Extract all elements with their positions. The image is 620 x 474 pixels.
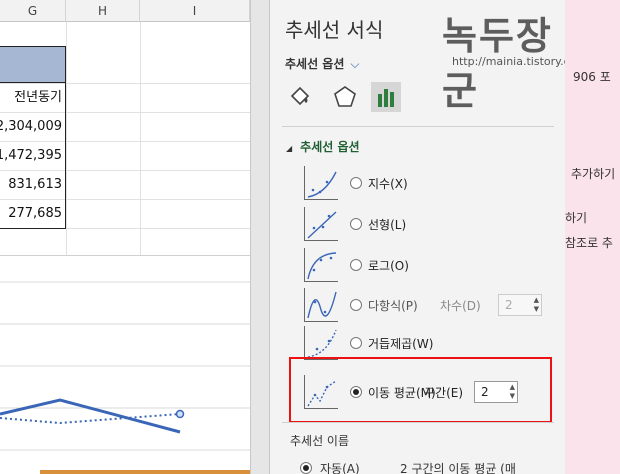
radio-polynomial[interactable]	[350, 299, 362, 311]
label-power: 거듭제곱(W)	[368, 337, 434, 351]
header-fill-cell[interactable]	[0, 46, 66, 83]
label-polynomial: 다항식(P)	[368, 299, 418, 313]
column-g-label: G	[27, 4, 38, 18]
label-linear: 선형(L)	[368, 218, 407, 232]
cell-header-prev-year[interactable]: 전년동기	[14, 84, 66, 112]
side-text-3: 하기	[565, 211, 588, 225]
bar-chart-icon	[378, 89, 394, 107]
radio-auto-name[interactable]	[300, 462, 312, 474]
chevron-down-icon: ⌵	[350, 57, 360, 71]
log-trend-icon	[304, 248, 338, 282]
exponential-trend-icon	[304, 166, 338, 200]
label-exponential: 지수(X)	[368, 177, 408, 191]
collapse-triangle-icon: ◢	[286, 144, 293, 153]
effects-tab[interactable]	[330, 82, 360, 112]
section-label: 추세선 옵션	[300, 140, 360, 154]
option-power[interactable]: 거듭제곱(W)	[304, 326, 554, 360]
radio-power[interactable]	[350, 337, 362, 349]
series-line	[0, 398, 181, 434]
option-log[interactable]: 로그(O)	[304, 248, 554, 282]
dropdown-label: 추세선 옵션	[285, 57, 345, 71]
trendline-options-tab[interactable]	[371, 82, 401, 112]
order-stepper: 2 ▲ ▼	[498, 294, 542, 316]
side-text-4: 참조로 추	[565, 236, 613, 250]
side-text-2: 추가하기	[571, 167, 616, 181]
fill-line-tab[interactable]	[285, 82, 315, 112]
column-i-label: I	[192, 4, 197, 18]
moving-average-trendline	[0, 413, 181, 425]
pane-splitter[interactable]	[250, 0, 269, 474]
trendline-options-dropdown[interactable]: 추세선 옵션 ⌵	[285, 55, 360, 72]
column-h-label: H	[97, 4, 108, 18]
column-header-i[interactable]: I	[140, 0, 250, 22]
section-header-trendline-options[interactable]: ◢ 추세선 옵션	[286, 138, 360, 155]
order-spin-icon: ▲ ▼	[533, 296, 539, 313]
cell-value-4[interactable]: 277,685	[8, 200, 66, 228]
side-text-1: 906 포	[573, 70, 611, 84]
highlight-box	[289, 357, 552, 423]
power-trend-icon	[304, 326, 338, 360]
cell-value-1[interactable]: 2,304,009	[0, 113, 66, 141]
radio-linear[interactable]	[350, 218, 362, 230]
spreadsheet-area[interactable]: G H I 전년동기 2,304,009 1,472,395 831,613 2…	[0, 0, 250, 474]
cell-value-3[interactable]: 831,613	[8, 171, 66, 199]
trendline-endpoint	[175, 409, 185, 419]
chart-plot	[0, 281, 250, 474]
order-value: 2	[505, 298, 513, 312]
column-header-g[interactable]: G	[0, 0, 66, 22]
auto-name-text: 2 구간의 이동 평균 (매	[400, 462, 516, 474]
radio-log[interactable]	[350, 259, 362, 271]
pentagon-icon	[334, 86, 356, 107]
trendline-name-label: 추세선 이름	[290, 434, 350, 448]
format-trendline-pane: 추세선 서식 추세선 옵션 ⌵ ◢ 추세선 옵션 지수(X) 선형(L) 로그(O)…	[269, 0, 565, 474]
linear-trend-icon	[304, 207, 338, 241]
chart-area[interactable]	[0, 255, 250, 474]
orange-bar-edge	[40, 470, 250, 474]
option-linear[interactable]: 선형(L)	[304, 207, 554, 241]
side-document: 906 포 추가하기 하기 참조로 추	[565, 0, 620, 474]
polynomial-trend-icon	[304, 288, 338, 322]
radio-exponential[interactable]	[350, 177, 362, 189]
watermark-url: http://mainia.tistory.com	[452, 55, 565, 68]
pane-title: 추세선 서식	[285, 18, 384, 42]
label-auto-name: 자동(A)	[320, 462, 360, 474]
option-polynomial[interactable]: 다항식(P) 차수(D) 2 ▲ ▼	[304, 288, 554, 322]
option-exponential[interactable]: 지수(X)	[304, 166, 554, 200]
column-header-h[interactable]: H	[66, 0, 140, 22]
paint-bucket-icon	[290, 86, 310, 106]
label-log: 로그(O)	[368, 259, 409, 273]
label-order: 차수(D)	[440, 299, 481, 313]
cell-value-2[interactable]: 1,472,395	[0, 142, 66, 170]
